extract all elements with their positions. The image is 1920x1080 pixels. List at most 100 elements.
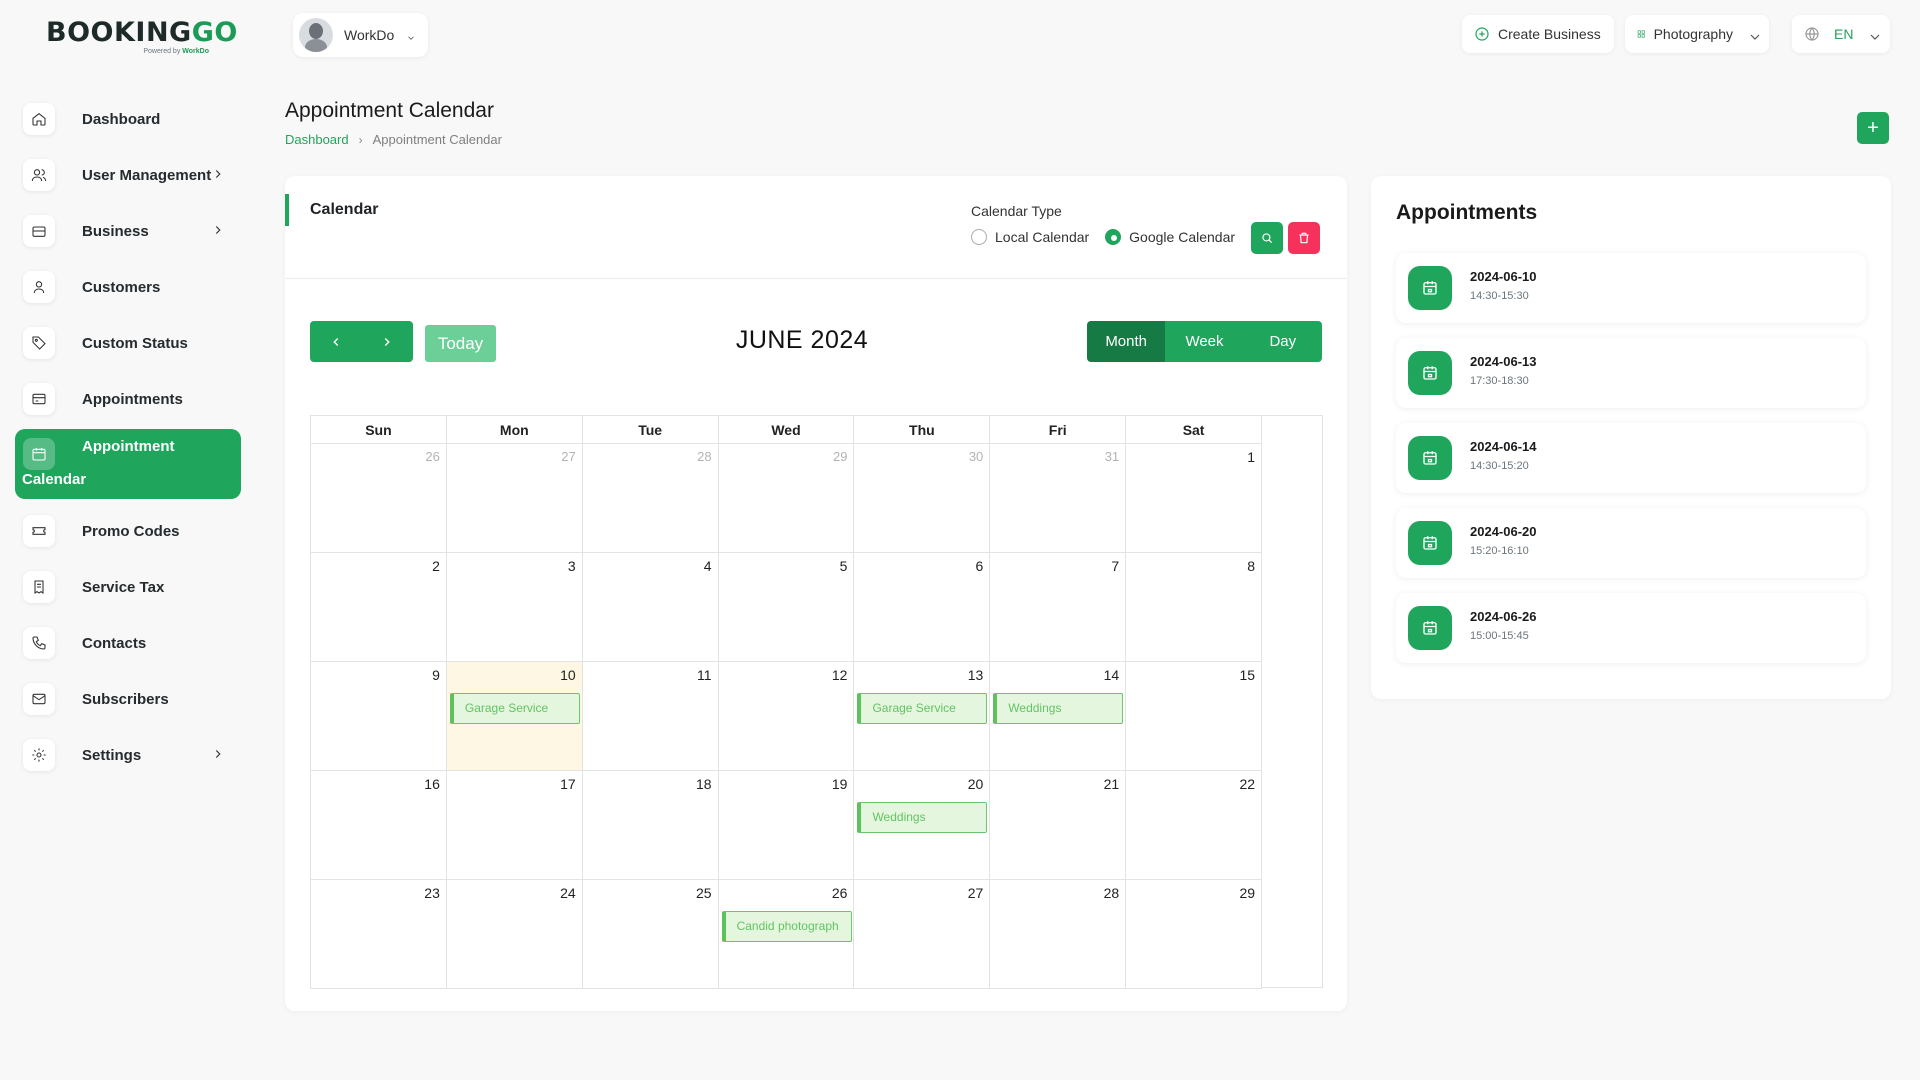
day-cell[interactable]: 1: [1126, 444, 1263, 553]
day-cell[interactable]: 12: [718, 662, 855, 771]
calendar-event[interactable]: Garage Service: [857, 693, 988, 724]
logo-sub-brand: WorkDo: [182, 48, 209, 55]
day-cell[interactable]: 28: [990, 880, 1127, 989]
day-cell[interactable]: 20 Weddings: [854, 771, 991, 880]
day-cell[interactable]: 28: [582, 444, 719, 553]
day-cell[interactable]: 27: [446, 444, 583, 553]
day-cell[interactable]: 6: [854, 553, 991, 662]
brand-logo[interactable]: BOOKINGGO Powered by WorkDo: [46, 18, 237, 60]
sidebar-item-promo-codes[interactable]: Promo Codes: [15, 505, 241, 557]
day-cell[interactable]: 14 Weddings: [990, 662, 1127, 771]
sidebar-item-appointments[interactable]: Appointments: [15, 373, 241, 425]
view-month-button[interactable]: Month: [1087, 321, 1166, 362]
day-number: 29: [832, 449, 848, 464]
sidebar-item-dashboard[interactable]: Dashboard: [15, 93, 241, 145]
day-cell[interactable]: 4: [582, 553, 719, 662]
sidebar-item-subscribers[interactable]: Subscribers: [15, 673, 241, 725]
sidebar-item-appointment-calendar[interactable]: Appointment Calendar: [15, 429, 241, 499]
globe-icon: [1805, 27, 1819, 41]
day-cell[interactable]: 29: [1126, 880, 1263, 989]
day-cell[interactable]: 21: [990, 771, 1127, 880]
appointment-date: 2024-06-20: [1470, 524, 1537, 539]
user-menu[interactable]: WorkDo: [293, 13, 428, 57]
view-day-button[interactable]: Day: [1243, 321, 1322, 362]
day-cell[interactable]: 31: [990, 444, 1127, 553]
sidebar-item-customers[interactable]: Customers: [15, 261, 241, 313]
calendar-icon: [1408, 436, 1452, 480]
local-calendar-radio[interactable]: [971, 229, 987, 245]
breadcrumb-current: Appointment Calendar: [372, 132, 502, 147]
appointment-item[interactable]: 2024-06-10 14:30-15:30: [1396, 253, 1866, 323]
breadcrumb-link-dashboard[interactable]: Dashboard: [285, 132, 349, 147]
day-cell[interactable]: 18: [582, 771, 719, 880]
category-dropdown[interactable]: Photography: [1625, 15, 1769, 53]
day-cell[interactable]: 16: [311, 771, 447, 880]
sidebar-item-user-management[interactable]: User Management: [15, 149, 241, 201]
google-calendar-radio[interactable]: [1105, 229, 1122, 245]
chevron-right-icon: [211, 223, 225, 237]
day-cell[interactable]: 25: [582, 880, 719, 989]
weekday-header: Tue: [582, 416, 719, 444]
sidebar-item-label: Custom Status: [82, 334, 188, 352]
appointment-item[interactable]: 2024-06-13 17:30-18:30: [1396, 338, 1866, 408]
day-cell[interactable]: 2: [311, 553, 447, 662]
sidebar-item-settings[interactable]: Settings: [15, 729, 241, 781]
day-number: 23: [424, 885, 440, 901]
appointment-time: 15:00-15:45: [1470, 630, 1529, 642]
weekday-header: Sun: [311, 416, 447, 444]
month-grid-inner: Sun Mon Tue Wed Thu Fri Sat 26 27 28 29 30 31 1 2 3 4 5 6…: [311, 416, 1263, 989]
day-cell-today[interactable]: 10 Garage Service: [446, 662, 583, 771]
day-cell[interactable]: 29: [718, 444, 855, 553]
language-label: EN: [1834, 26, 1854, 42]
day-number: 9: [432, 667, 440, 683]
sidebar-item-custom-status[interactable]: Custom Status: [15, 317, 241, 369]
calendar-event[interactable]: Weddings: [857, 802, 988, 833]
calendar-icon: [23, 438, 55, 470]
create-business-button[interactable]: Create Business: [1462, 15, 1614, 53]
day-cell[interactable]: 13 Garage Service: [854, 662, 991, 771]
day-cell[interactable]: 17: [446, 771, 583, 880]
day-cell[interactable]: 19: [718, 771, 855, 880]
calendar-card-title: Calendar: [310, 201, 379, 218]
day-cell[interactable]: 8: [1126, 553, 1263, 662]
search-button[interactable]: [1251, 222, 1283, 254]
day-cell[interactable]: 23: [311, 880, 447, 989]
calendar-event[interactable]: Garage Service: [449, 693, 580, 724]
appointment-item[interactable]: 2024-06-20 15:20-16:10: [1396, 508, 1866, 578]
add-appointment-button[interactable]: +: [1857, 112, 1889, 144]
day-number: 15: [1239, 667, 1256, 683]
mail-icon: [23, 683, 55, 715]
sidebar-item-service-tax[interactable]: Service Tax: [15, 561, 241, 613]
day-cell[interactable]: 26 Candid photograph: [718, 880, 855, 989]
weekday-header-row: Sun Mon Tue Wed Thu Fri Sat: [311, 416, 1263, 444]
day-cell[interactable]: 5: [718, 553, 855, 662]
day-cell[interactable]: 26: [311, 444, 447, 553]
sidebar-item-contacts[interactable]: Contacts: [15, 617, 241, 669]
local-calendar-label[interactable]: Local Calendar: [995, 229, 1089, 245]
day-cell[interactable]: 11: [582, 662, 719, 771]
phone-icon: [23, 627, 55, 659]
day-cell[interactable]: 15: [1126, 662, 1263, 771]
sidebar-item-business[interactable]: Business: [15, 205, 241, 257]
chevron-right-icon: [211, 167, 225, 181]
google-calendar-label[interactable]: Google Calendar: [1129, 229, 1235, 245]
language-dropdown[interactable]: EN: [1792, 15, 1890, 53]
appointment-item[interactable]: 2024-06-26 15:00-15:45: [1396, 593, 1866, 663]
day-number: 28: [1103, 885, 1120, 901]
calendar-event[interactable]: Candid photograph: [721, 911, 852, 942]
day-cell[interactable]: 9: [311, 662, 447, 771]
day-cell[interactable]: 3: [446, 553, 583, 662]
day-number: 16: [424, 776, 440, 792]
view-week-button[interactable]: Week: [1165, 321, 1244, 362]
day-cell[interactable]: 30: [854, 444, 991, 553]
day-cell[interactable]: 27: [854, 880, 991, 989]
day-number: 7: [1111, 558, 1120, 574]
day-cell[interactable]: 24: [446, 880, 583, 989]
calendar-event[interactable]: Weddings: [993, 693, 1124, 724]
day-cell[interactable]: 22: [1126, 771, 1263, 880]
delete-button[interactable]: [1288, 222, 1320, 254]
appointment-item[interactable]: 2024-06-14 14:30-15:20: [1396, 423, 1866, 493]
sidebar-item-label: Promo Codes: [82, 522, 180, 540]
day-cell[interactable]: 7: [990, 553, 1127, 662]
sidebar: Dashboard User Management Business Custo…: [15, 93, 241, 785]
